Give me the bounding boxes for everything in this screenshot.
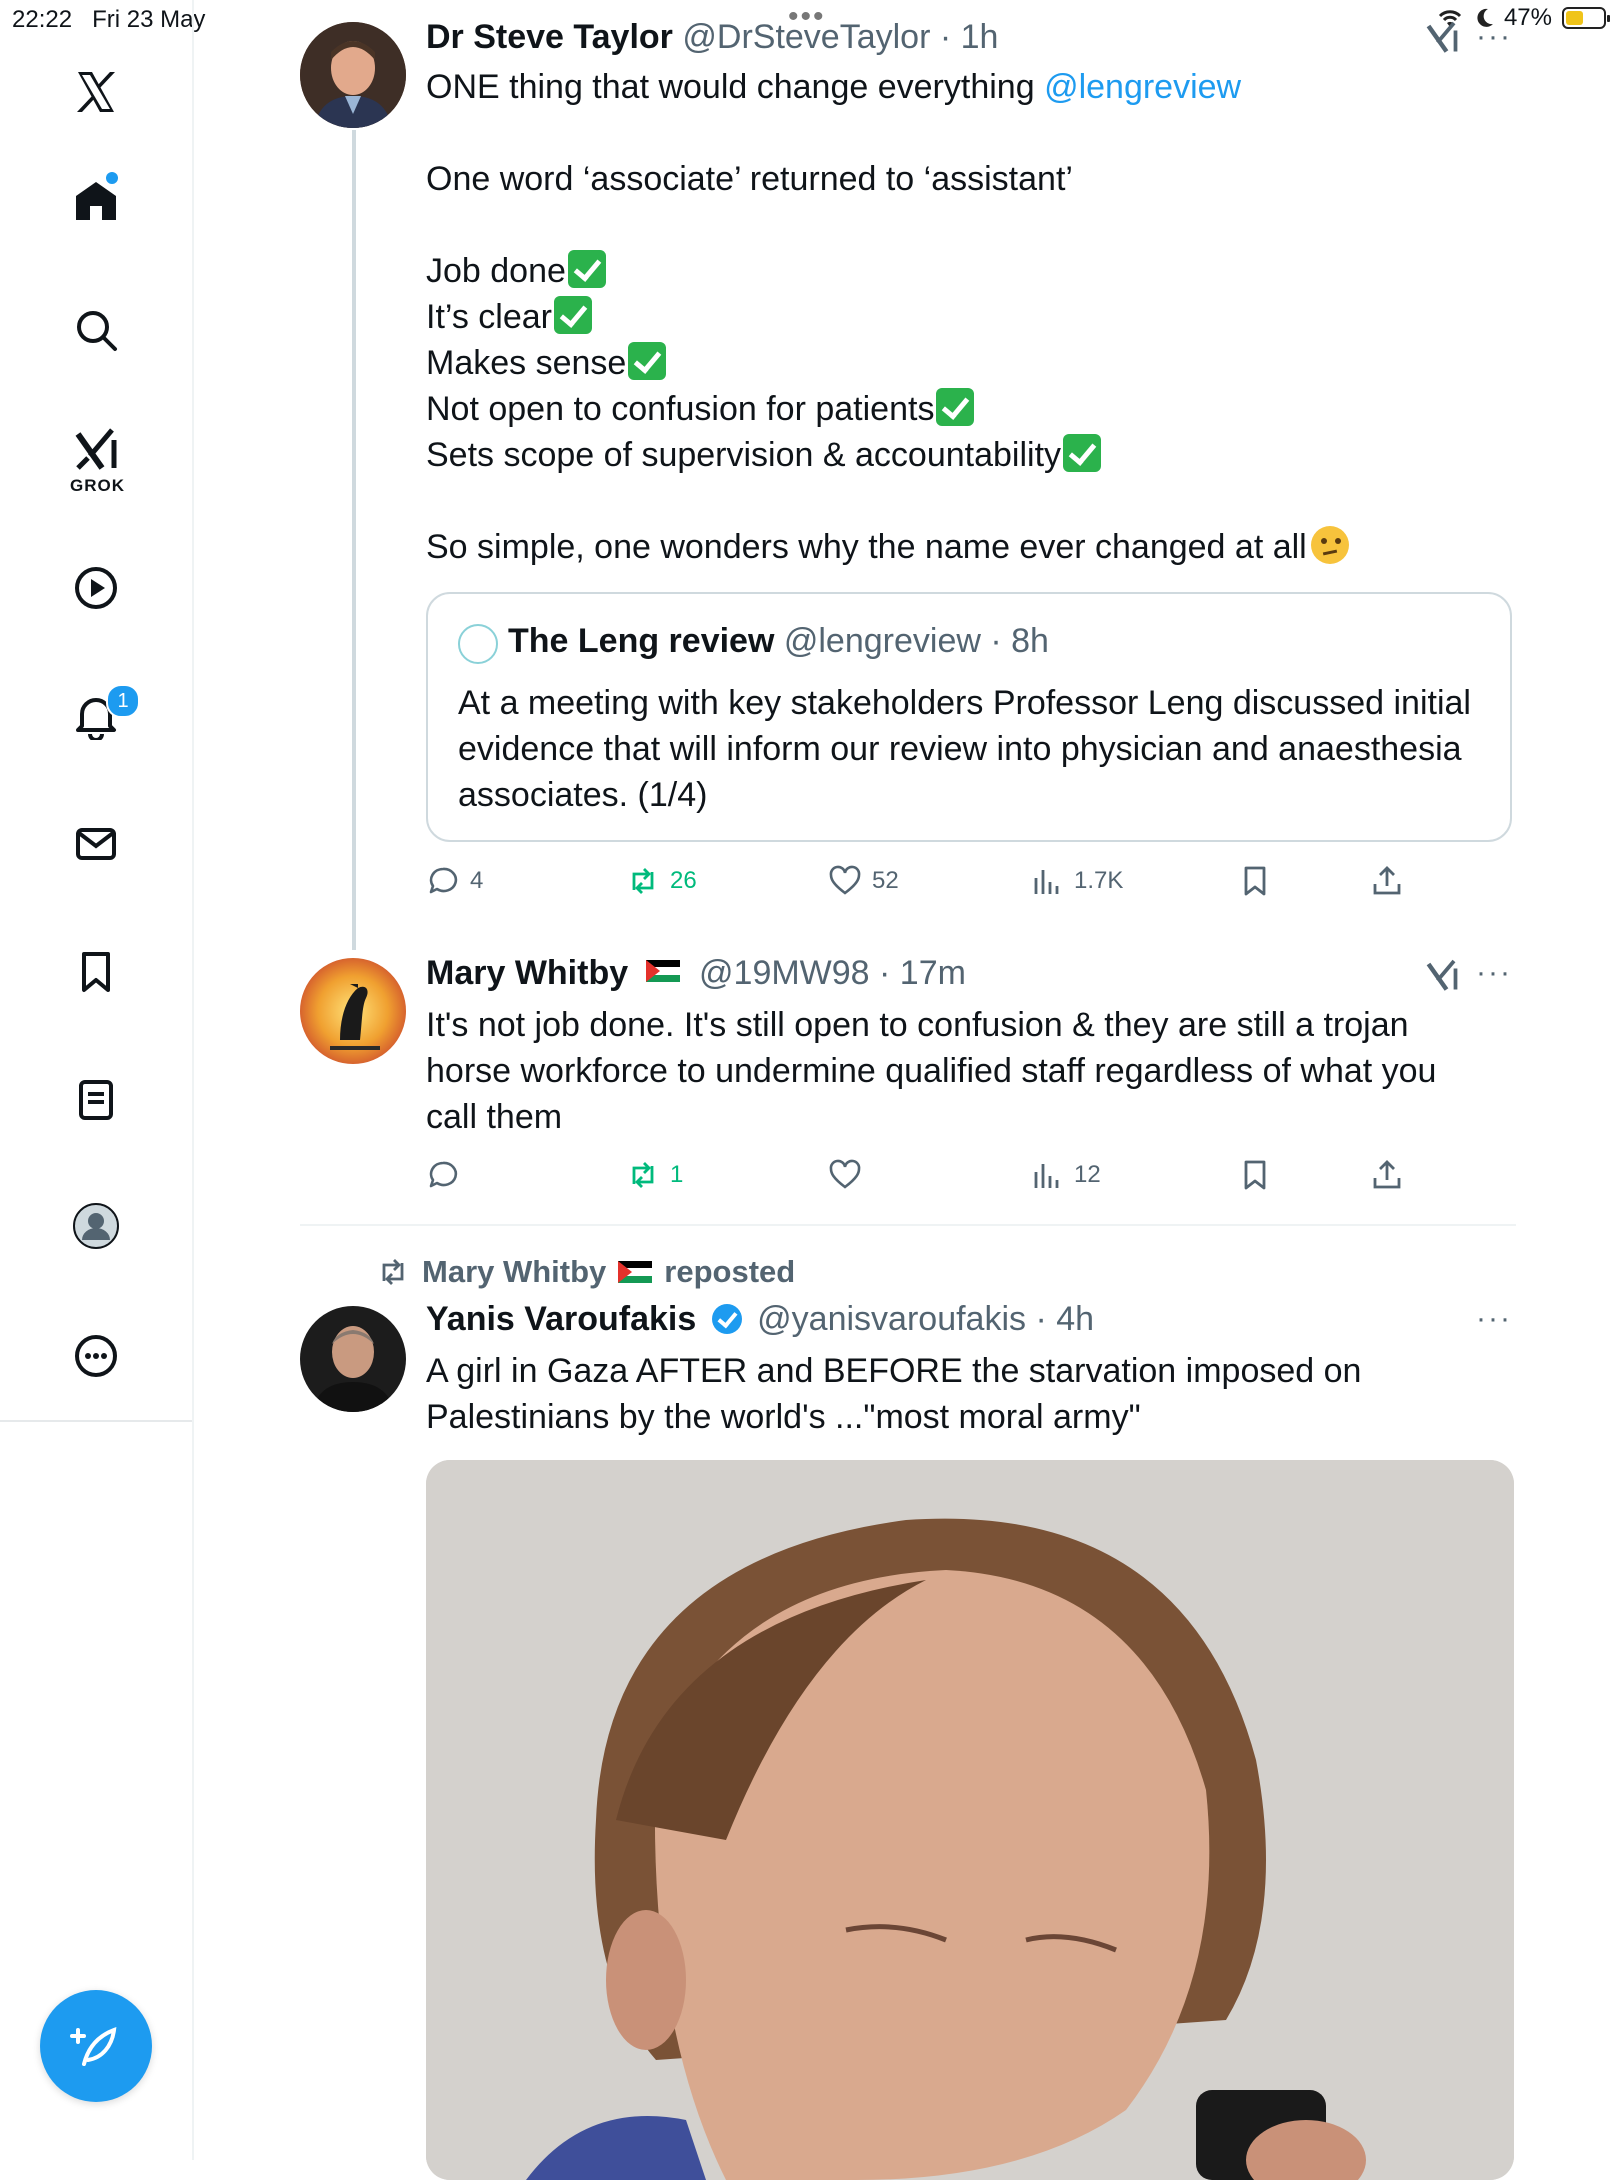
reply-more-icon[interactable]: ···: [1476, 956, 1512, 990]
repost-button[interactable]: 26: [626, 856, 697, 906]
grok-label: GROK: [70, 476, 125, 495]
repost-handle-time[interactable]: @yanisvaroufakis · 4h: [757, 1300, 1094, 1338]
messages-icon[interactable]: [56, 804, 136, 884]
reply-button[interactable]: 4: [426, 856, 483, 906]
sidebar-separator: [0, 1420, 192, 1422]
tweet-divider: [300, 1224, 1516, 1226]
reply-share-button[interactable]: [1370, 1150, 1404, 1200]
avatar-yanis-varoufakis[interactable]: [300, 1306, 406, 1412]
views-chart-icon: [1034, 1164, 1059, 1188]
tweet-more-icon[interactable]: ···: [1476, 20, 1512, 54]
reply-body: It's not job done. It's still open to co…: [426, 1006, 1437, 1136]
quoted-author-name: The Leng review: [508, 622, 775, 660]
repost-body: A girl in Gaza AFTER and BEFORE the star…: [426, 1352, 1362, 1436]
repost-context[interactable]: Mary Whitby reposted: [376, 1254, 795, 1290]
reply-repost-button[interactable]: 1: [626, 1150, 683, 1200]
avatar-steve-taylor[interactable]: [300, 22, 406, 128]
views-button[interactable]: 1.7K: [1030, 856, 1123, 906]
repost-tweet-header: Yanis Varoufakis @yanisvaroufakis · 4h: [426, 1300, 1094, 1339]
compose-feather-icon: [70, 2026, 117, 2066]
reply-icon: [429, 867, 458, 894]
reply-header: Mary Whitby @19MW98 · 17m: [426, 954, 966, 993]
tweet-image[interactable]: [426, 1460, 1514, 2180]
bookmarks-icon[interactable]: [56, 932, 136, 1012]
reposter-name: Mary Whitby: [422, 1254, 607, 1289]
reply-actions: 1 12: [426, 1150, 1516, 1200]
author-name[interactable]: Dr Steve Taylor: [426, 18, 673, 56]
repost-more-icon[interactable]: ···: [1476, 1302, 1512, 1336]
reply-views-button[interactable]: 12: [1030, 1150, 1101, 1200]
battery-level: [1566, 11, 1583, 25]
sidebar-nav: GROK 1: [0, 0, 194, 2160]
quoted-header: The Leng review @lengreview · 8h: [508, 622, 1049, 661]
bookmark-icon: [1244, 1160, 1266, 1190]
verified-badge-icon: [711, 1304, 742, 1334]
compose-post-button[interactable]: [40, 1990, 152, 2102]
avatar-mary-whitby[interactable]: [300, 958, 406, 1064]
profile-avatar-icon[interactable]: [56, 1186, 136, 1266]
repost-small-icon: [382, 1259, 404, 1285]
home-icon[interactable]: [56, 160, 136, 240]
quoted-tweet[interactable]: The Leng review @lengreview · 8h At a me…: [426, 592, 1512, 842]
author-handle-time[interactable]: @DrSteveTaylor · 1h: [682, 18, 998, 56]
status-indicators: 47%: [1436, 4, 1610, 32]
grok-reply-icon[interactable]: [1424, 958, 1460, 994]
tweet-body: ONE thing that would change everything @…: [426, 64, 1506, 570]
heart-icon: [829, 1159, 861, 1189]
repost-author-name[interactable]: Yanis Varoufakis: [426, 1300, 696, 1338]
like-button[interactable]: 52: [828, 856, 899, 906]
bookmark-button[interactable]: [1238, 856, 1272, 906]
tweet-actions: 4 26 52 1.7K: [426, 856, 1516, 906]
bookmark-icon: [1244, 866, 1266, 896]
battery-icon: [1562, 7, 1610, 29]
reply-icon: [429, 1161, 458, 1188]
thread-connector-line: [352, 130, 356, 950]
views-chart-icon: [1034, 870, 1059, 894]
thinking-emoji-icon: [1310, 526, 1349, 564]
reply-handle-time[interactable]: @19MW98 · 17m: [699, 954, 966, 992]
palestine-flag-icon: [618, 1261, 653, 1283]
quoted-body: At a meeting with key stakeholders Profe…: [458, 684, 1471, 814]
reposted-label: reposted: [664, 1254, 796, 1289]
home-unread-dot: [106, 172, 118, 184]
reply-author-name[interactable]: Mary Whitby: [426, 954, 628, 992]
reply-like-button[interactable]: [828, 1150, 872, 1200]
reply-bookmark-button[interactable]: [1238, 1150, 1272, 1200]
palestine-flag-icon: [645, 960, 680, 982]
more-options-icon[interactable]: [56, 1316, 136, 1396]
search-icon[interactable]: [56, 290, 136, 370]
grok-tweet-icon[interactable]: [1424, 20, 1460, 56]
mention-link[interactable]: @lengreview: [1044, 68, 1241, 106]
tweet-header: Dr Steve Taylor @DrSteveTaylor · 1h: [426, 18, 998, 57]
video-icon[interactable]: [56, 548, 136, 628]
heart-icon: [829, 865, 861, 895]
check-emoji-icon: [1063, 434, 1102, 472]
check-emoji-icon: [628, 342, 667, 380]
quoted-avatar: [458, 624, 498, 664]
reply-reply-button[interactable]: [426, 1150, 470, 1200]
share-icon: [1373, 1160, 1401, 1189]
share-icon: [1373, 866, 1401, 895]
notifications-badge: 1: [106, 684, 140, 718]
check-emoji-icon: [936, 388, 975, 426]
quoted-handle-time: @lengreview · 8h: [783, 622, 1049, 660]
check-emoji-icon: [567, 250, 606, 288]
share-button[interactable]: [1370, 856, 1404, 906]
check-emoji-icon: [553, 296, 592, 334]
x-logo-icon[interactable]: [56, 52, 136, 132]
lists-icon[interactable]: [56, 1060, 136, 1140]
repost-icon: [632, 868, 654, 894]
repost-icon: [632, 1162, 654, 1188]
